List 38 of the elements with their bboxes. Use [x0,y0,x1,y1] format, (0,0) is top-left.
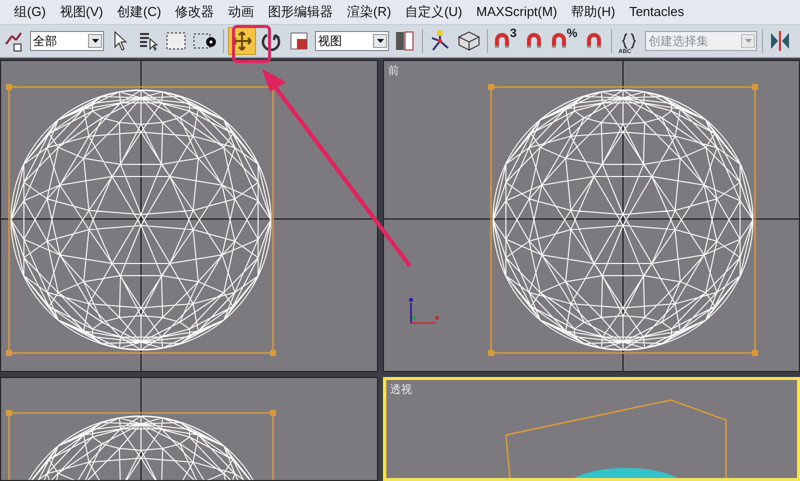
viewport[interactable] [0,377,378,481]
menu-item[interactable]: 视图(V) [60,2,104,22]
pivot-panel-icon [395,30,415,52]
menu-item[interactable]: Tentacles [629,2,684,22]
menu-item[interactable]: 修改器 [175,2,214,22]
magnet-icon [526,32,542,50]
menu-item[interactable]: 动画 [228,2,254,22]
manipulator-icon [429,30,451,52]
caret-down-icon [744,39,752,43]
viewport[interactable]: 透视 [383,377,800,481]
list-cursor-icon [138,31,158,51]
caret-down-icon [92,39,98,43]
box-icon [457,30,481,52]
axis-tripod-icon [409,298,439,324]
viewport-label: 前 [388,64,399,79]
caret-down-icon [376,39,384,43]
magnet-icon [494,32,510,50]
dotted-rectangle-dot-icon [193,31,217,51]
dropdown[interactable]: 视图 [315,31,389,51]
magnet-icon [586,32,602,50]
dropdown[interactable]: 全部 [30,31,104,51]
menu-item[interactable]: 图形编辑器 [268,2,334,22]
menu-item[interactable]: 帮助(H) [571,2,616,22]
menu-item[interactable]: MAXScript(M) [476,2,558,22]
selection-set-field[interactable]: 创建选择集 [645,31,758,51]
magnet-icon [550,32,567,50]
snap-tool-button[interactable]: 3 [492,27,519,55]
percent-tool-button[interactable]: % [548,27,580,55]
dotted-rectangle-icon [165,31,187,51]
scale-square-icon [290,32,308,50]
mirror-icon [769,30,792,52]
menu-item[interactable]: 渲染(R) [347,2,392,22]
cursor-arrow-icon [113,31,127,51]
menu-item[interactable]: 组(G) [14,2,46,22]
braces-icon [622,33,636,49]
viewport-label: 透视 [390,383,412,398]
menu-item[interactable]: 创建(C) [117,2,162,22]
menu-item[interactable]: 自定义(U) [405,2,462,22]
